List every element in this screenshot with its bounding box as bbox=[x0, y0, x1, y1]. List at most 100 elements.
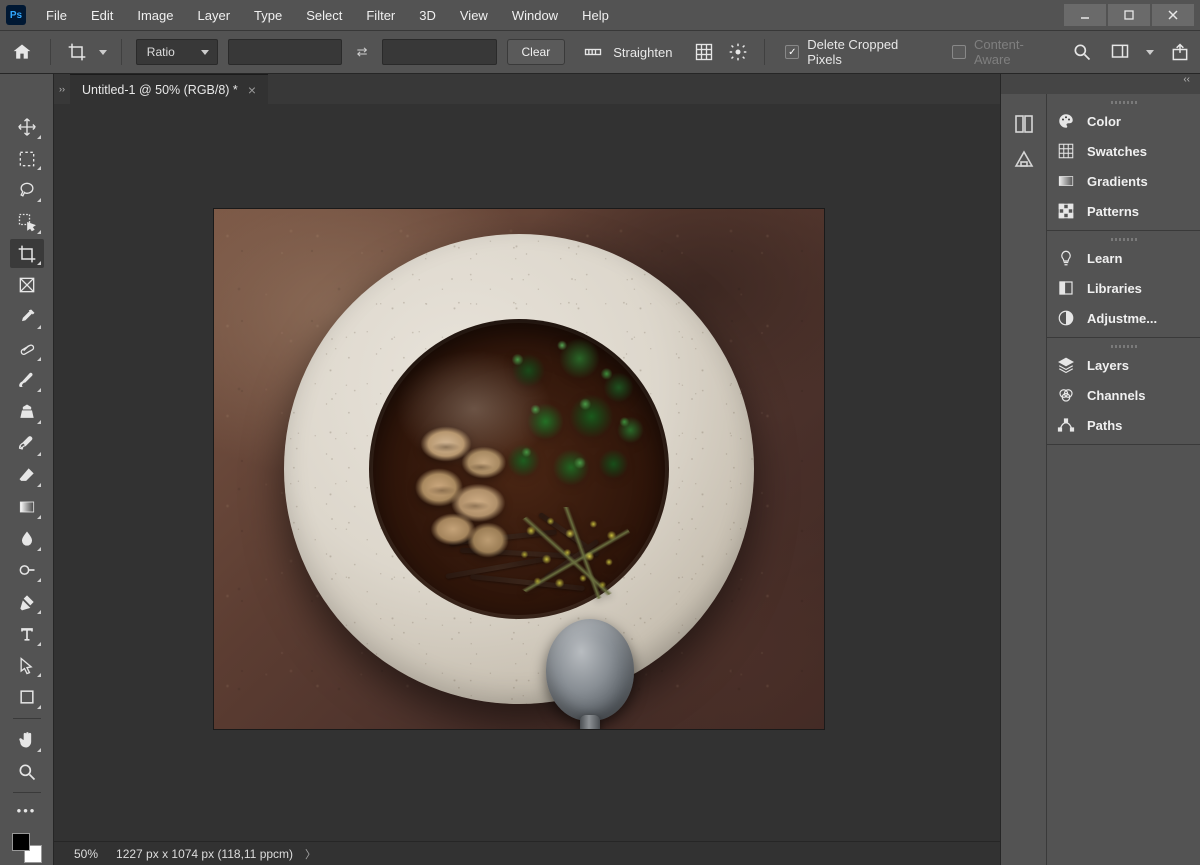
gradient-tool[interactable] bbox=[10, 492, 44, 522]
menu-type[interactable]: Type bbox=[244, 4, 292, 27]
gradients-icon bbox=[1057, 172, 1075, 190]
pen-tool[interactable] bbox=[10, 587, 44, 617]
chevron-down-icon[interactable] bbox=[1146, 50, 1154, 55]
document-tab[interactable]: Untitled-1 @ 50% (RGB/8) * × bbox=[70, 74, 268, 104]
panel-libraries[interactable]: Libraries bbox=[1047, 273, 1200, 303]
edit-toolbar-button[interactable]: ••• bbox=[10, 799, 44, 821]
panel-expand-handle[interactable]: ›› bbox=[54, 74, 70, 104]
panel-paths[interactable]: Paths bbox=[1047, 410, 1200, 440]
panel-grip[interactable] bbox=[1047, 342, 1200, 350]
content-aware-group[interactable]: Content-Aware bbox=[952, 37, 1060, 67]
document-tab-title: Untitled-1 @ 50% (RGB/8) * bbox=[82, 83, 238, 97]
eyedropper-tool[interactable] bbox=[10, 302, 44, 332]
straighten-icon[interactable] bbox=[581, 40, 605, 64]
libraries-icon bbox=[1057, 279, 1075, 297]
properties-panel-icon[interactable] bbox=[1012, 148, 1036, 172]
close-icon[interactable]: × bbox=[248, 82, 256, 98]
panel-patterns[interactable]: Patterns bbox=[1047, 196, 1200, 226]
clear-button[interactable]: Clear bbox=[507, 39, 566, 65]
canvas-image-greens bbox=[486, 328, 656, 498]
panel-learn[interactable]: Learn bbox=[1047, 243, 1200, 273]
panel-channels[interactable]: Channels bbox=[1047, 380, 1200, 410]
tool-options-bar: Ratio ⇄ Clear Straighten Delete Cropped … bbox=[0, 30, 1200, 74]
menu-filter[interactable]: Filter bbox=[356, 4, 405, 27]
menu-image[interactable]: Image bbox=[127, 4, 183, 27]
panel-gradients[interactable]: Gradients bbox=[1047, 166, 1200, 196]
canvas-image-microgreens bbox=[505, 507, 635, 602]
home-button[interactable] bbox=[8, 38, 36, 66]
status-zoom[interactable]: 50% bbox=[74, 847, 98, 861]
layers-icon bbox=[1057, 356, 1075, 374]
dodge-tool[interactable] bbox=[10, 556, 44, 586]
share-icon[interactable] bbox=[1168, 40, 1192, 64]
window-close-button[interactable] bbox=[1152, 4, 1194, 26]
shape-tool[interactable] bbox=[10, 682, 44, 712]
chevron-down-icon[interactable] bbox=[99, 50, 107, 55]
document-canvas[interactable] bbox=[214, 209, 824, 729]
straighten-label[interactable]: Straighten bbox=[613, 45, 672, 60]
window-controls bbox=[1064, 4, 1194, 26]
quick-select-tool[interactable] bbox=[10, 207, 44, 237]
history-panel-icon[interactable] bbox=[1012, 112, 1036, 136]
zoom-tool[interactable] bbox=[10, 757, 44, 787]
menu-layer[interactable]: Layer bbox=[188, 4, 241, 27]
delete-cropped-group[interactable]: Delete Cropped Pixels bbox=[785, 37, 936, 67]
window-maximize-button[interactable] bbox=[1108, 4, 1150, 26]
content-row: ••• 50% 1227 px x 1074 px (118,11 ppcm) … bbox=[0, 74, 1200, 865]
menu-file[interactable]: File bbox=[36, 4, 77, 27]
status-menu-chevron[interactable]: 〉 bbox=[305, 846, 316, 862]
crop-settings-icon[interactable] bbox=[726, 40, 750, 64]
adjustments-icon bbox=[1057, 309, 1075, 327]
move-tool[interactable] bbox=[10, 112, 44, 142]
eraser-tool[interactable] bbox=[10, 461, 44, 491]
right-panel-collapse[interactable]: ‹‹ bbox=[1001, 74, 1200, 94]
foreground-color-swatch[interactable] bbox=[12, 833, 30, 851]
menu-window[interactable]: Window bbox=[502, 4, 568, 27]
crop-tool[interactable] bbox=[10, 239, 44, 269]
type-tool[interactable] bbox=[10, 619, 44, 649]
divider bbox=[764, 39, 765, 65]
panel-grip[interactable] bbox=[1047, 235, 1200, 243]
panel-layers[interactable]: Layers bbox=[1047, 350, 1200, 380]
divider bbox=[121, 39, 122, 65]
straighten-group: Straighten bbox=[581, 40, 672, 64]
marquee-tool[interactable] bbox=[10, 144, 44, 174]
blur-tool[interactable] bbox=[10, 524, 44, 554]
crop-height-input[interactable] bbox=[382, 39, 497, 65]
menu-help[interactable]: Help bbox=[572, 4, 619, 27]
lasso-tool[interactable] bbox=[10, 175, 44, 205]
hand-tool[interactable] bbox=[10, 725, 44, 755]
panel-adjustments[interactable]: Adjustme... bbox=[1047, 303, 1200, 333]
crop-width-input[interactable] bbox=[228, 39, 343, 65]
panel-color[interactable]: Color bbox=[1047, 106, 1200, 136]
workspace-switcher-icon[interactable] bbox=[1108, 40, 1132, 64]
status-dimensions[interactable]: 1227 px x 1074 px (118,11 ppcm) bbox=[116, 847, 293, 861]
title-menu-bar: Ps File Edit Image Layer Type Select Fil… bbox=[0, 0, 1200, 30]
frame-tool[interactable] bbox=[10, 270, 44, 300]
content-aware-checkbox[interactable] bbox=[952, 45, 966, 59]
menu-edit[interactable]: Edit bbox=[81, 4, 123, 27]
search-icon[interactable] bbox=[1070, 40, 1094, 64]
menu-view[interactable]: View bbox=[450, 4, 498, 27]
swap-dimensions-button[interactable]: ⇄ bbox=[352, 44, 372, 60]
clone-stamp-tool[interactable] bbox=[10, 397, 44, 427]
right-options-group bbox=[1070, 40, 1192, 64]
panel-empty-area bbox=[1047, 445, 1200, 865]
healing-brush-tool[interactable] bbox=[10, 334, 44, 364]
crop-overlay-icon[interactable] bbox=[692, 40, 716, 64]
foreground-background-swatches[interactable] bbox=[10, 831, 44, 865]
content-aware-label: Content-Aware bbox=[974, 37, 1060, 67]
delete-cropped-checkbox[interactable] bbox=[785, 45, 799, 59]
crop-ratio-dropdown[interactable]: Ratio bbox=[136, 39, 218, 65]
canvas-image-bowl bbox=[284, 234, 754, 704]
history-brush-tool[interactable] bbox=[10, 429, 44, 459]
panel-grip[interactable] bbox=[1047, 98, 1200, 106]
menu-3d[interactable]: 3D bbox=[409, 4, 446, 27]
brush-tool[interactable] bbox=[10, 366, 44, 396]
right-panel-area: ‹‹ Color Swatches Gradients Patterns Lea… bbox=[1000, 74, 1200, 865]
crop-tool-preset-icon[interactable] bbox=[65, 40, 89, 64]
window-minimize-button[interactable] bbox=[1064, 4, 1106, 26]
panel-swatches[interactable]: Swatches bbox=[1047, 136, 1200, 166]
menu-select[interactable]: Select bbox=[296, 4, 352, 27]
path-select-tool[interactable] bbox=[10, 651, 44, 681]
